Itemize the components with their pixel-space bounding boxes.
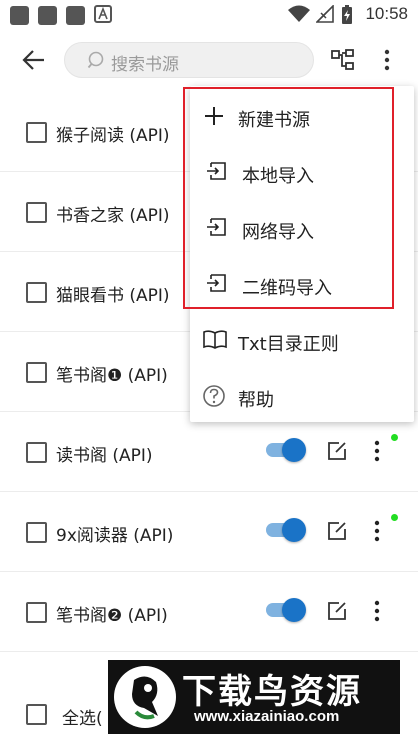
more-vert-icon[interactable] [370, 439, 384, 463]
source-name: 笔书阁❶ (API) [56, 366, 168, 386]
watermark-url: www.xiazainiao.com [194, 708, 340, 725]
watermark-title: 下载鸟资源 [182, 672, 362, 712]
source-checkbox[interactable] [26, 522, 47, 543]
menu-item-new-source[interactable]: 新建书源 [190, 88, 414, 144]
source-name: 读书阁 (API) [56, 446, 153, 466]
watermark-logo [114, 666, 176, 728]
edit-icon[interactable] [326, 600, 348, 622]
search-placeholder: 搜索书源 [111, 55, 179, 75]
edit-icon[interactable] [326, 440, 348, 462]
edit-icon[interactable] [326, 520, 348, 542]
status-bar: 10:58 [0, 0, 418, 30]
source-name: 猴子阅读 (API) [56, 126, 170, 146]
app-notification-icon [94, 5, 112, 23]
select-all-label[interactable]: 全选( [62, 704, 103, 729]
overflow-menu: 新建书源 本地导入 网络导入 二维码导入 Txt目录正则 帮助 [190, 86, 414, 422]
back-arrow-icon[interactable] [20, 46, 48, 74]
notification-icon [66, 6, 85, 25]
notification-icon [38, 6, 57, 25]
source-checkbox[interactable] [26, 202, 47, 223]
enable-switch[interactable] [266, 518, 306, 542]
select-all-checkbox[interactable] [26, 704, 47, 725]
source-name: 笔书阁❷ (API) [56, 606, 168, 626]
source-checkbox[interactable] [26, 442, 47, 463]
source-checkbox[interactable] [26, 282, 47, 303]
signal-icon [316, 5, 334, 23]
import-icon [207, 274, 226, 292]
menu-item-txt-regex[interactable]: Txt目录正则 [190, 312, 414, 368]
menu-item-label: 帮助 [238, 390, 274, 411]
more-vert-icon[interactable] [370, 519, 384, 543]
toolbar: 搜索书源 [0, 38, 418, 84]
source-name: 9x阅读器 (API) [56, 526, 174, 546]
menu-item-label: Txt目录正则 [238, 334, 339, 355]
book-icon [203, 330, 227, 349]
more-vert-icon[interactable] [370, 599, 384, 623]
source-checkbox[interactable] [26, 602, 47, 623]
import-icon [207, 162, 226, 180]
menu-item-help[interactable]: 帮助 [190, 368, 414, 424]
menu-item-qr-import[interactable]: 二维码导入 [190, 256, 414, 312]
notification-icon [10, 6, 29, 25]
menu-item-label: 新建书源 [238, 110, 310, 131]
clock: 10:58 [365, 4, 408, 23]
battery-icon [342, 5, 352, 24]
source-name: 书香之家 (API) [56, 206, 170, 226]
plus-icon [205, 107, 223, 125]
update-dot [391, 434, 398, 441]
menu-item-local-import[interactable]: 本地导入 [190, 144, 414, 200]
help-icon [203, 385, 225, 407]
list-item[interactable]: 笔书阁❷ (API) [0, 572, 418, 652]
update-dot [391, 514, 398, 521]
source-checkbox[interactable] [26, 122, 47, 143]
bird-logo-icon [132, 676, 158, 720]
watermark: 下载鸟资源 www.xiazainiao.com [108, 660, 400, 734]
source-name: 猫眼看书 (API) [56, 286, 170, 306]
enable-switch[interactable] [266, 438, 306, 462]
list-item[interactable]: 9x阅读器 (API) [0, 492, 418, 572]
list-item[interactable]: 读书阁 (API) [0, 412, 418, 492]
search-input[interactable]: 搜索书源 [64, 42, 314, 78]
menu-item-network-import[interactable]: 网络导入 [190, 200, 414, 256]
menu-item-label: 网络导入 [242, 222, 314, 243]
enable-switch[interactable] [266, 598, 306, 622]
import-icon [207, 218, 226, 236]
source-checkbox[interactable] [26, 362, 47, 383]
more-vert-icon[interactable] [382, 48, 392, 72]
menu-item-label: 二维码导入 [242, 278, 332, 299]
wifi-icon [288, 5, 310, 22]
menu-item-label: 本地导入 [242, 166, 314, 187]
search-icon [87, 51, 104, 69]
group-icon[interactable] [330, 48, 356, 72]
